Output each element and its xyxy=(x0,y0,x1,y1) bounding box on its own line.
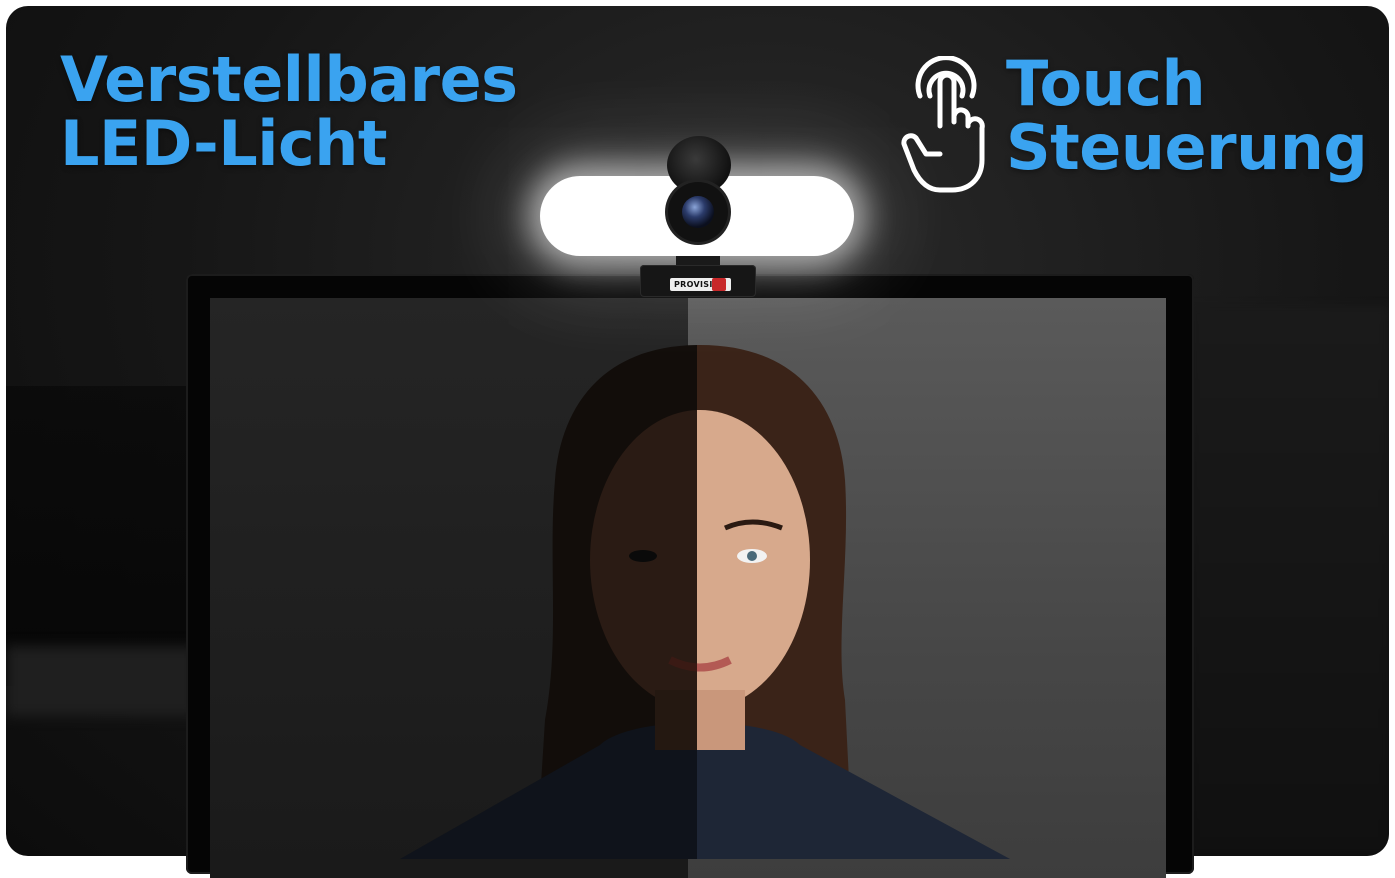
headline-right-line1: Touch xyxy=(1006,47,1206,120)
headline-right-line2: Steuerung xyxy=(1006,110,1368,184)
headline-led-light: Verstellbares LED-Licht xyxy=(60,48,518,176)
headline-left-line2: LED-Licht xyxy=(60,106,387,180)
webcam-lens xyxy=(682,196,714,228)
headline-touch-control: Touch Steuerung xyxy=(1006,47,1368,184)
touch-gesture-icon xyxy=(901,56,985,193)
brand-badge xyxy=(712,278,726,291)
headline-left-line1: Verstellbares xyxy=(60,43,518,116)
